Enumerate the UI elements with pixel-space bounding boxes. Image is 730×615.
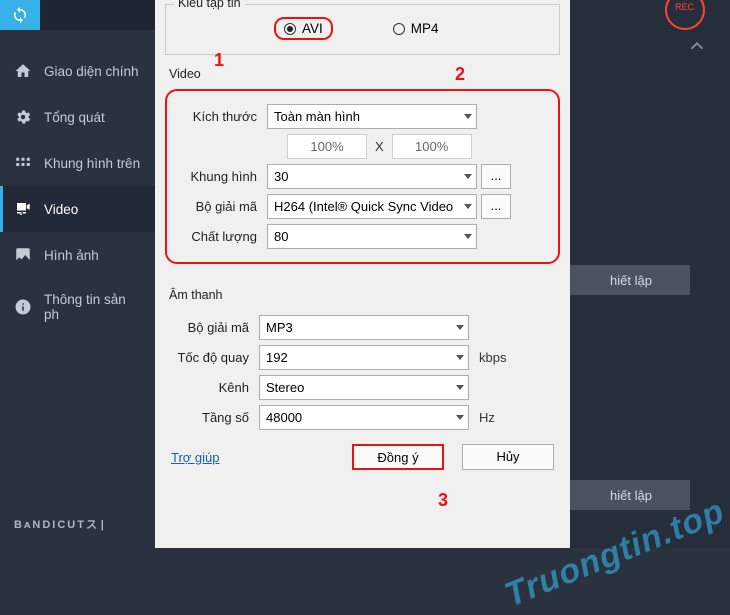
sidebar: Vui lòng nhấn vào Giao diện chính Tổng q…	[0, 0, 155, 548]
codec-more-button[interactable]: ...	[481, 194, 511, 219]
image-icon	[14, 246, 32, 264]
chevron-down-icon	[464, 204, 472, 209]
nav-label: Video	[44, 202, 78, 217]
sidebar-nav: Giao diện chính Tổng quát Khung hình trê…	[0, 48, 155, 336]
nav-label: Thông tin sản ph	[44, 292, 141, 322]
frame-label: Khung hình	[173, 169, 263, 184]
annotation-1: 1	[214, 50, 224, 71]
quality-label: Chất lượng	[173, 229, 263, 244]
gear-icon	[14, 108, 32, 126]
channel-label: Kênh	[165, 380, 255, 395]
nav-label: Khung hình trên	[44, 156, 140, 171]
nav-label: Tổng quát	[44, 110, 105, 125]
channel-select[interactable]: Stereo	[259, 375, 469, 400]
settings-button-1[interactable]: hiết lập	[570, 265, 690, 295]
radio-label: MP4	[411, 21, 439, 36]
topbar	[0, 0, 155, 30]
nav-label: Hình ảnh	[44, 248, 99, 263]
radio-label: AVI	[302, 21, 323, 36]
dialog-buttons: Trợ giúp Đồng ý Hủy	[155, 438, 570, 476]
codec-select[interactable]: H264 (Intel® Quick Sync Video	[267, 194, 477, 219]
nav-video[interactable]: Video	[0, 186, 155, 232]
branding: BᴀNDICUTス|	[14, 516, 108, 532]
size-label: Kích thước	[173, 109, 263, 124]
help-link[interactable]: Trợ giúp	[171, 450, 220, 465]
radio-mp4[interactable]: MP4	[393, 21, 439, 36]
record-button[interactable]: REC	[665, 0, 705, 30]
bitrate-label: Tốc độ quay	[165, 350, 255, 365]
right-panel: REC hiết lập hiết lập	[570, 0, 730, 548]
annotation-2: 2	[455, 64, 465, 85]
audio-legend: Âm thanh	[165, 282, 560, 310]
size-select[interactable]: Toàn màn hình	[267, 104, 477, 129]
codec-label: Bộ giải mã	[173, 199, 263, 214]
video-annotation-box: Kích thước Toàn màn hình 100% X 100% Khu…	[165, 89, 560, 264]
video-legend: Video	[165, 61, 560, 89]
refresh-icon[interactable]	[0, 0, 40, 30]
x-separator: X	[367, 139, 392, 154]
acodec-select[interactable]: MP3	[259, 315, 469, 340]
chevron-down-icon	[464, 174, 472, 179]
nav-general[interactable]: Tổng quát	[0, 94, 155, 140]
frame-select[interactable]: 30	[267, 164, 477, 189]
rec-label: REC	[675, 2, 694, 12]
chevron-down-icon	[456, 325, 464, 330]
settings-dialog: Kiểu tập tin AVI MP4 Video Kích thước To…	[155, 0, 570, 548]
chevron-down-icon	[456, 385, 464, 390]
info-icon	[14, 298, 32, 316]
cancel-button[interactable]: Hủy	[462, 444, 554, 470]
home-icon	[14, 62, 32, 80]
file-type-group: Kiểu tập tin AVI MP4	[165, 4, 560, 55]
collapse-icon[interactable]	[686, 35, 708, 62]
radio-dot-icon	[284, 23, 296, 35]
frame-more-button[interactable]: ...	[481, 164, 511, 189]
acodec-label: Bộ giải mã	[165, 320, 255, 335]
ok-button[interactable]: Đồng ý	[352, 444, 444, 470]
nav-about[interactable]: Thông tin sản ph	[0, 278, 155, 336]
chevron-down-icon	[464, 234, 472, 239]
chevron-down-icon	[456, 415, 464, 420]
radio-avi[interactable]: AVI	[274, 17, 333, 40]
nav-home[interactable]: Giao diện chính	[0, 48, 155, 94]
radio-dot-icon	[393, 23, 405, 35]
file-type-legend: Kiểu tập tin	[174, 0, 245, 10]
chevron-down-icon	[464, 114, 472, 119]
frames-icon	[14, 154, 32, 172]
annotation-3: 3	[438, 490, 448, 511]
width-pct[interactable]: 100%	[287, 134, 367, 159]
height-pct[interactable]: 100%	[392, 134, 472, 159]
sample-unit: Hz	[473, 410, 495, 425]
sample-label: Tầng số	[165, 410, 255, 425]
bitrate-select[interactable]: 192	[259, 345, 469, 370]
bitrate-unit: kbps	[473, 350, 506, 365]
nav-image[interactable]: Hình ảnh	[0, 232, 155, 278]
video-group: Video Kích thước Toàn màn hình 100% X 10…	[165, 61, 560, 264]
audio-group: Âm thanh Bộ giải mã MP3 Tốc độ quay 192 …	[165, 282, 560, 430]
chevron-down-icon	[456, 355, 464, 360]
sample-select[interactable]: 48000	[259, 405, 469, 430]
video-icon	[14, 200, 32, 218]
nav-label: Giao diện chính	[44, 64, 139, 79]
settings-button-2[interactable]: hiết lập	[570, 480, 690, 510]
quality-select[interactable]: 80	[267, 224, 477, 249]
nav-fps[interactable]: Khung hình trên	[0, 140, 155, 186]
